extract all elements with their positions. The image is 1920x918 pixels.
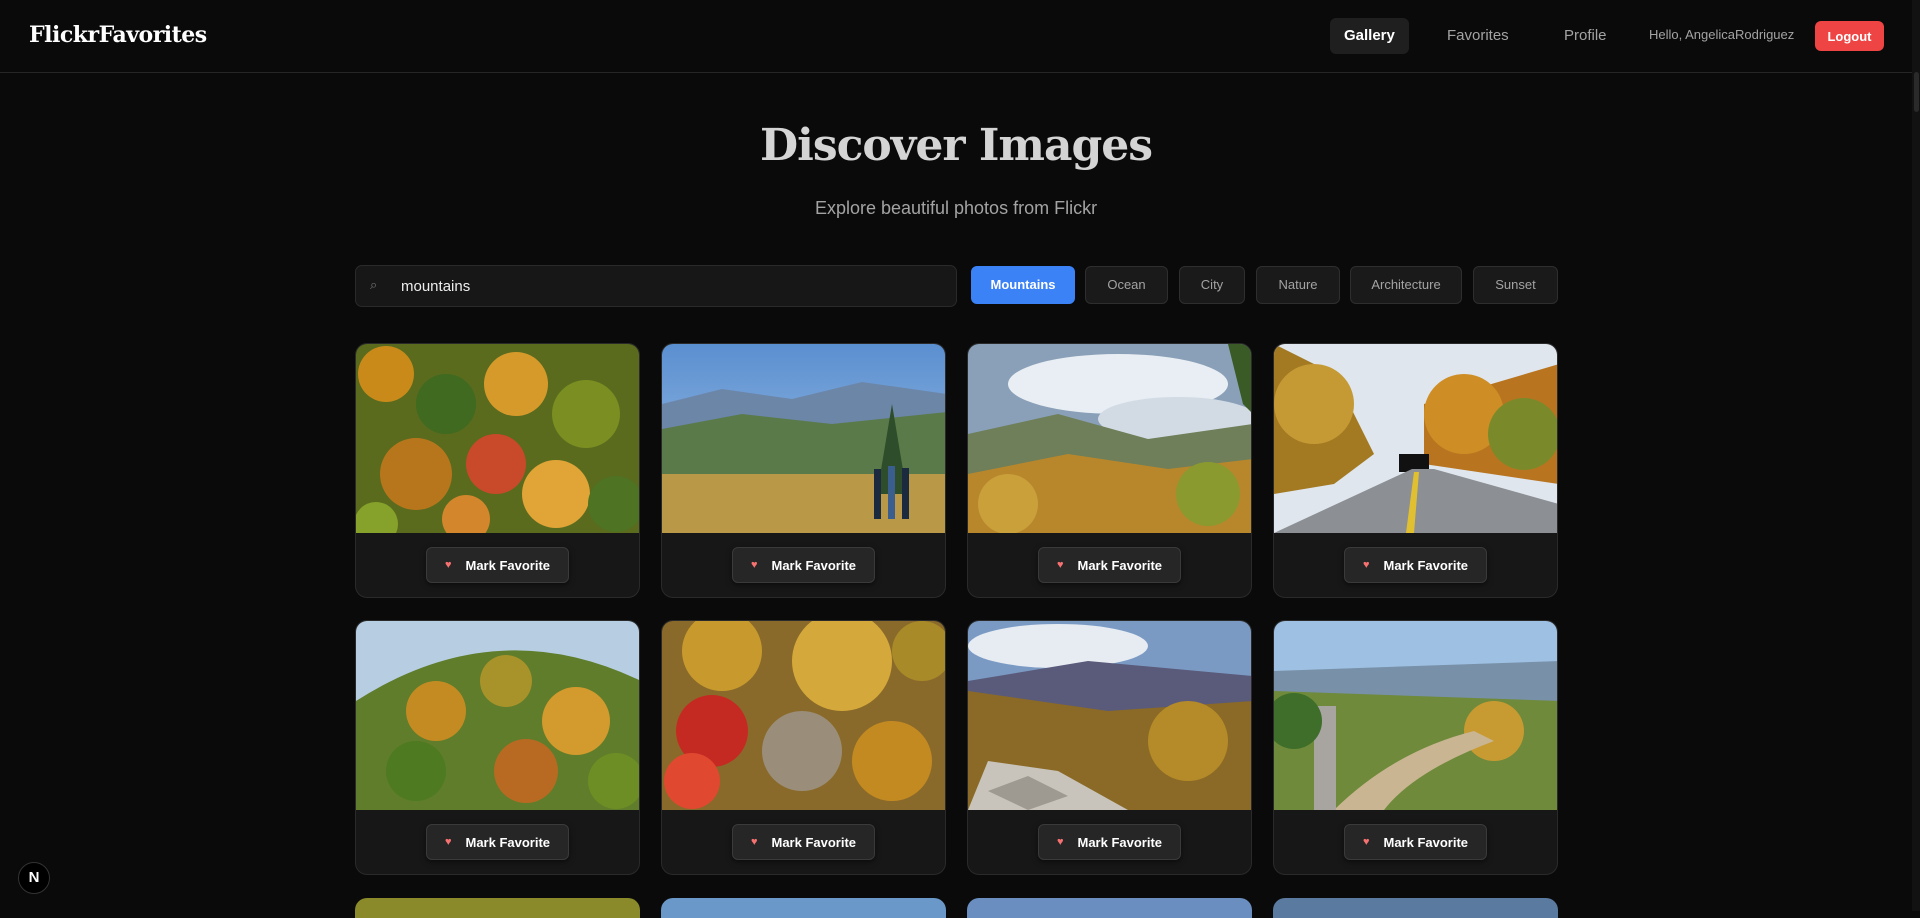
- photo-image[interactable]: [968, 621, 1252, 810]
- logout-button[interactable]: Logout: [1815, 21, 1884, 51]
- mark-favorite-label: Mark Favorite: [465, 834, 551, 850]
- mark-favorite-button[interactable]: ♥ Mark Favorite: [1344, 547, 1487, 583]
- dev-tools-badge[interactable]: N: [18, 862, 50, 894]
- chip-sunset[interactable]: Sunset: [1473, 266, 1558, 304]
- photo-image[interactable]: [1274, 621, 1558, 810]
- heart-icon: ♥: [1362, 836, 1370, 848]
- page-title: Discover Images: [759, 120, 1153, 171]
- chip-city[interactable]: City: [1179, 266, 1245, 304]
- mark-favorite-button[interactable]: ♥ Mark Favorite: [426, 547, 569, 583]
- heart-icon: ♥: [1362, 559, 1370, 571]
- heart-icon: ♥: [1056, 836, 1064, 848]
- photo-card[interactable]: [967, 898, 1252, 918]
- user-greeting: Hello, AngelicaRodriguez: [1649, 27, 1795, 42]
- mark-favorite-label: Mark Favorite: [1383, 834, 1469, 850]
- photo-card: ♥ Mark Favorite: [1273, 620, 1558, 875]
- photo-image[interactable]: [1274, 344, 1558, 533]
- photo-card: ♥ Mark Favorite: [661, 343, 946, 598]
- photo-card: ♥ Mark Favorite: [355, 343, 640, 598]
- photo-card: ♥ Mark Favorite: [355, 620, 640, 875]
- mark-favorite-label: Mark Favorite: [1077, 834, 1163, 850]
- search-bar[interactable]: ⌕: [355, 265, 957, 307]
- page-subtitle: Explore beautiful photos from Flickr: [814, 198, 1098, 218]
- chip-ocean[interactable]: Ocean: [1085, 266, 1168, 304]
- heart-icon: ♥: [750, 559, 758, 571]
- photo-card: ♥ Mark Favorite: [967, 343, 1252, 598]
- mark-favorite-label: Mark Favorite: [1077, 557, 1163, 573]
- heart-icon: ♥: [750, 836, 758, 848]
- chip-nature[interactable]: Nature: [1256, 266, 1340, 304]
- mark-favorite-button[interactable]: ♥ Mark Favorite: [1038, 547, 1181, 583]
- mark-favorite-button[interactable]: ♥ Mark Favorite: [1038, 824, 1181, 860]
- photo-card[interactable]: [661, 898, 946, 918]
- page-scrollbar[interactable]: [1912, 0, 1920, 911]
- photo-image[interactable]: [968, 344, 1252, 533]
- app-logo[interactable]: FlickrFavorites: [29, 22, 207, 48]
- nav-favorites[interactable]: Favorites: [1433, 18, 1523, 54]
- mark-favorite-button[interactable]: ♥ Mark Favorite: [732, 824, 875, 860]
- photo-card[interactable]: [1273, 898, 1558, 918]
- nav-gallery[interactable]: Gallery: [1330, 18, 1409, 54]
- photo-card[interactable]: [355, 898, 640, 918]
- photo-card: ♥ Mark Favorite: [967, 620, 1252, 875]
- photo-image[interactable]: [356, 621, 640, 810]
- mark-favorite-label: Mark Favorite: [771, 557, 857, 573]
- chip-architecture[interactable]: Architecture: [1350, 266, 1462, 304]
- search-input[interactable]: [399, 266, 939, 306]
- photo-image[interactable]: [662, 344, 946, 533]
- heart-icon: ♥: [444, 836, 452, 848]
- scrollbar-thumb[interactable]: [1914, 72, 1919, 112]
- mark-favorite-button[interactable]: ♥ Mark Favorite: [1344, 824, 1487, 860]
- photo-card: ♥ Mark Favorite: [661, 620, 946, 875]
- mark-favorite-label: Mark Favorite: [1383, 557, 1469, 573]
- chip-mountains[interactable]: Mountains: [971, 266, 1075, 304]
- mark-favorite-button[interactable]: ♥ Mark Favorite: [732, 547, 875, 583]
- top-header: FlickrFavorites Gallery Favorites Profil…: [0, 0, 1920, 73]
- mark-favorite-label: Mark Favorite: [771, 834, 857, 850]
- heart-icon: ♥: [444, 559, 452, 571]
- mark-favorite-label: Mark Favorite: [465, 557, 551, 573]
- photo-image[interactable]: [662, 621, 946, 810]
- heart-icon: ♥: [1056, 559, 1064, 571]
- mark-favorite-button[interactable]: ♥ Mark Favorite: [426, 824, 569, 860]
- search-icon: ⌕: [370, 277, 378, 292]
- photo-card: ♥ Mark Favorite: [1273, 343, 1558, 598]
- nav-profile[interactable]: Profile: [1550, 18, 1621, 54]
- photo-image[interactable]: [356, 344, 640, 533]
